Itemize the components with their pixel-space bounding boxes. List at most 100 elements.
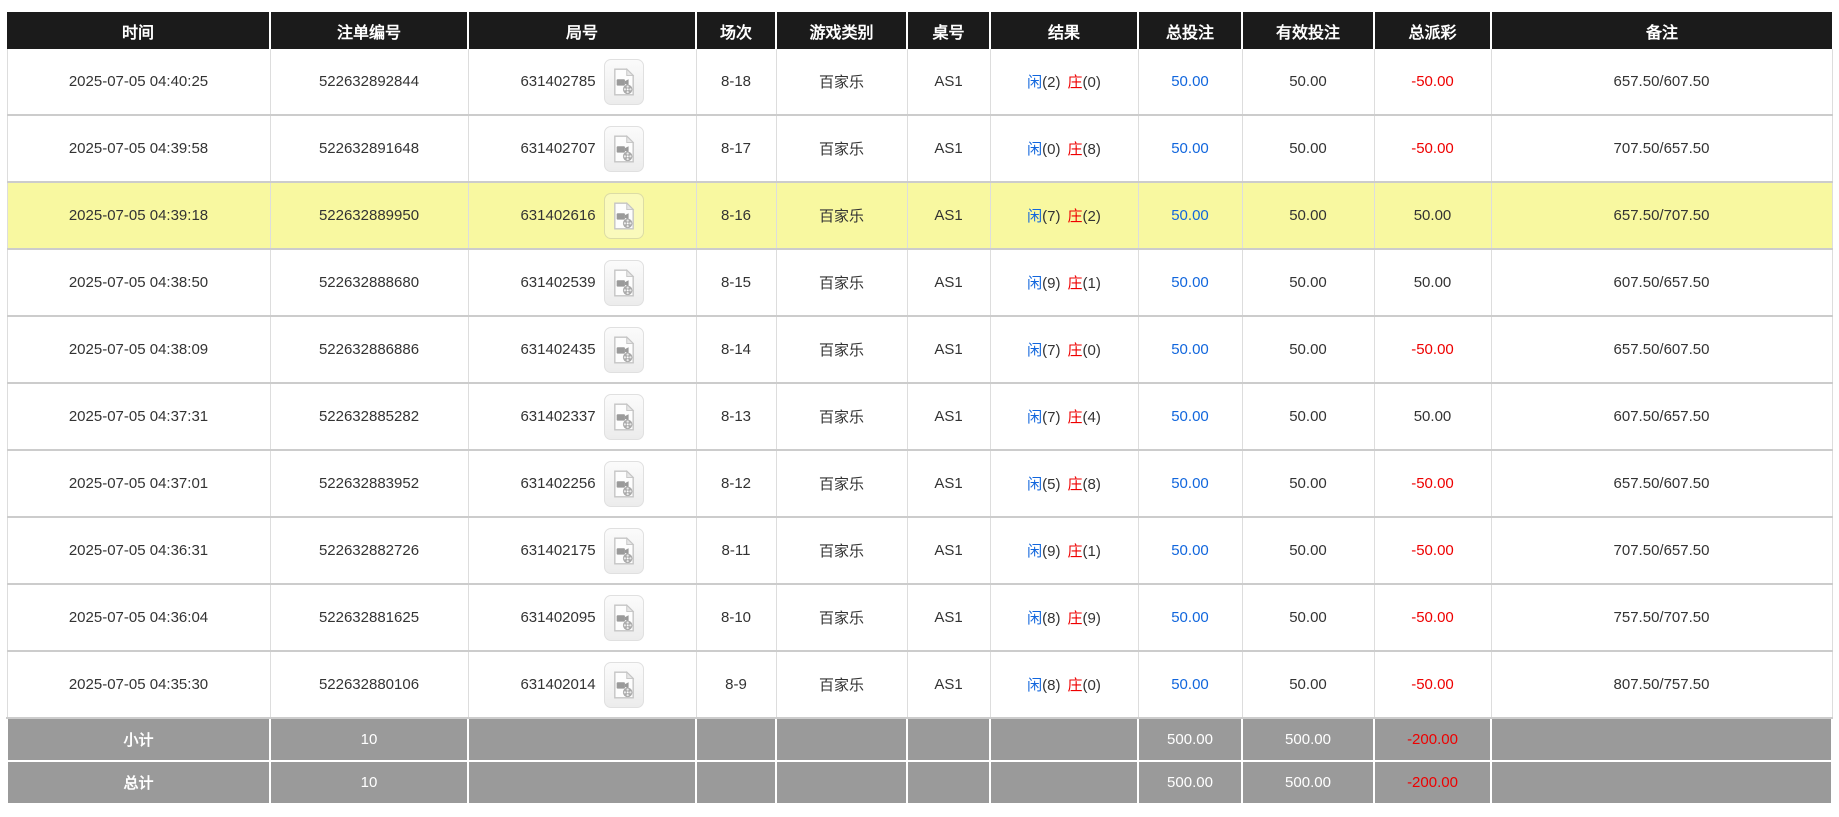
player-result-label: 闲 [1027,677,1043,694]
summary-empty-session [695,717,777,762]
cell-result: 闲(8) 庄(0) [990,651,1139,719]
col-total-payout: 总派彩 [1374,12,1492,49]
cell-valid-bet: 50.00 [1242,316,1375,384]
table-row: 2025-07-05 04:37:31 522632885282 6314023… [6,383,1833,451]
banker-result-label: 庄 [1067,275,1083,292]
player-result-score: (9) [1042,275,1061,292]
cell-total-payout: 50.00 [1374,182,1492,250]
cell-time: 2025-07-05 04:37:31 [6,383,271,451]
round-no-text: 631402175 [520,541,596,559]
cell-table-no: AS1 [907,450,991,518]
cell-game-type: 百家乐 [776,450,908,518]
cell-total-bet: 50.00 [1138,517,1243,585]
cell-round-no: 631402435 [468,316,697,384]
cell-bet-id: 522632883952 [270,450,469,518]
cell-table-no: AS1 [907,584,991,652]
round-no-text: 631402337 [520,407,596,425]
cell-time: 2025-07-05 04:40:25 [6,49,271,116]
player-result-score: (5) [1042,476,1061,493]
cell-game-type: 百家乐 [776,584,908,652]
cell-remark: 657.50/607.50 [1491,450,1833,518]
table-row: 2025-07-05 04:35:30 522632880106 6314020… [6,651,1833,719]
col-remark: 备注 [1491,12,1832,49]
video-replay-button[interactable] [603,58,644,105]
summary-empty-game [775,717,908,762]
video-replay-button[interactable] [603,594,644,641]
cell-round-no: 631402539 [468,249,697,317]
cell-remark: 657.50/707.50 [1491,182,1833,250]
video-file-icon [613,469,634,498]
cell-round-no: 631402095 [468,584,697,652]
round-no-text: 631402095 [520,608,596,626]
player-result-score: (8) [1042,610,1061,627]
cell-session: 8-18 [696,49,777,116]
round-no-text: 631402707 [520,139,596,157]
cell-time: 2025-07-05 04:38:09 [6,316,271,384]
video-replay-button[interactable] [603,661,644,708]
cell-valid-bet: 50.00 [1242,115,1375,183]
cell-game-type: 百家乐 [776,182,908,250]
summary-empty-table [906,717,991,762]
col-result: 结果 [990,12,1139,49]
summary-empty-remark [1490,760,1833,805]
summary-empty-round [467,717,697,762]
banker-result-score: (1) [1082,543,1101,560]
video-replay-button[interactable] [603,125,644,172]
banker-result-label: 庄 [1067,476,1083,493]
video-replay-button[interactable] [603,460,644,507]
video-file-icon [613,67,634,96]
table-row: 2025-07-05 04:39:18 522632889950 6314026… [6,182,1833,250]
cell-game-type: 百家乐 [776,383,908,451]
cell-game-type: 百家乐 [776,316,908,384]
summary-count: 10 [269,760,469,805]
cell-bet-id: 522632881625 [270,584,469,652]
cell-session: 8-13 [696,383,777,451]
cell-result: 闲(7) 庄(4) [990,383,1139,451]
video-replay-button[interactable] [603,393,644,440]
table-row: 2025-07-05 04:40:25 522632892844 6314027… [6,49,1833,116]
cell-valid-bet: 50.00 [1242,383,1375,451]
cell-table-no: AS1 [907,651,991,719]
banker-result-label: 庄 [1067,677,1083,694]
cell-total-payout: -50.00 [1374,584,1492,652]
cell-bet-id: 522632889950 [270,182,469,250]
video-replay-button[interactable] [603,527,644,574]
summary-total-payout: -200.00 [1373,717,1492,762]
summary-empty-game [775,760,908,805]
banker-result-label: 庄 [1067,342,1083,359]
cell-total-bet: 50.00 [1138,651,1243,719]
summary-empty-result [989,717,1139,762]
player-result-score: (7) [1042,342,1061,359]
banker-result-score: (0) [1082,677,1101,694]
cell-total-payout: -50.00 [1374,49,1492,116]
col-bet-id: 注单编号 [270,12,469,49]
summary-valid-bet: 500.00 [1241,760,1375,805]
player-result-label: 闲 [1027,141,1043,158]
summary-label: 小计 [6,717,271,762]
cell-valid-bet: 50.00 [1242,182,1375,250]
cell-time: 2025-07-05 04:37:01 [6,450,271,518]
video-file-icon [613,134,634,163]
cell-table-no: AS1 [907,249,991,317]
player-result-label: 闲 [1027,409,1043,426]
video-replay-button[interactable] [603,192,644,239]
cell-game-type: 百家乐 [776,517,908,585]
cell-valid-bet: 50.00 [1242,584,1375,652]
round-no-text: 631402014 [520,675,596,693]
video-replay-button[interactable] [603,259,644,306]
round-no-text: 631402785 [520,72,596,90]
summary-empty-remark [1490,717,1833,762]
player-result-score: (2) [1042,74,1061,91]
video-replay-button[interactable] [603,326,644,373]
cell-game-type: 百家乐 [776,651,908,719]
player-result-score: (8) [1042,677,1061,694]
cell-valid-bet: 50.00 [1242,49,1375,116]
cell-table-no: AS1 [907,383,991,451]
total-row: 总计 10 500.00 500.00 -200.00 [6,760,1833,805]
summary-label: 总计 [6,760,271,805]
cell-bet-id: 522632888680 [270,249,469,317]
cell-total-payout: -50.00 [1374,450,1492,518]
banker-result-label: 庄 [1067,409,1083,426]
video-file-icon [613,402,634,431]
cell-total-bet: 50.00 [1138,316,1243,384]
